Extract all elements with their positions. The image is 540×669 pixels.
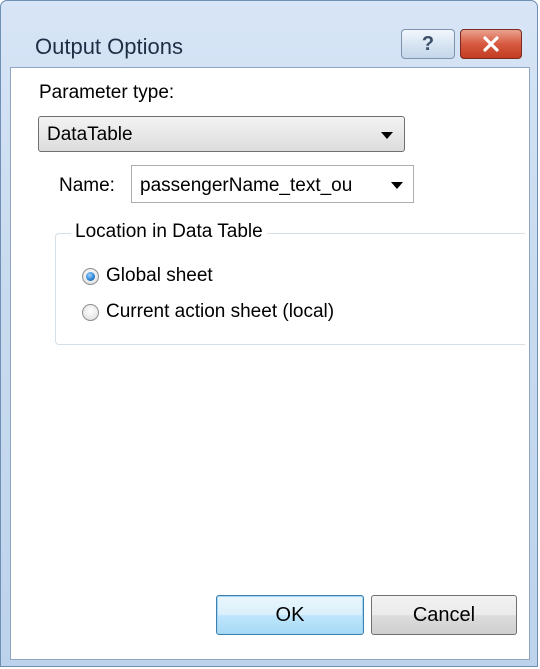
parameter-type-dropdown[interactable]: DataTable [38, 116, 405, 152]
radio-button[interactable] [82, 304, 99, 321]
name-dropdown[interactable]: passengerName_text_ou [131, 165, 414, 203]
close-button[interactable] [460, 29, 522, 59]
dialog-title: Output Options [35, 34, 183, 59]
help-icon: ? [421, 32, 435, 55]
location-group: Location in Data Table Global sheet Curr… [55, 221, 525, 345]
radio-button-checked[interactable] [82, 268, 99, 285]
radio-label: Current action sheet (local) [106, 301, 335, 322]
help-button[interactable]: ? [401, 29, 455, 59]
radio-label: Global sheet [106, 265, 213, 286]
cancel-button[interactable]: Cancel [371, 595, 517, 635]
dialog-window: Output Options ? Parameter type: DataTab… [0, 0, 538, 667]
parameter-type-label: Parameter type: [39, 82, 175, 103]
close-icon [483, 36, 499, 52]
name-label: Name: [59, 175, 115, 196]
ok-button[interactable]: OK [216, 595, 364, 635]
parameter-type-value: DataTable [47, 124, 133, 145]
dialog-client-area: Parameter type: DataTable Name: passenge… [10, 67, 530, 660]
name-value: passengerName_text_ou [140, 175, 353, 196]
title-bar[interactable]: Output Options ? [1, 1, 537, 59]
location-group-legend: Location in Data Table [71, 221, 267, 243]
chevron-down-icon [381, 132, 393, 139]
chevron-down-icon [391, 182, 403, 189]
